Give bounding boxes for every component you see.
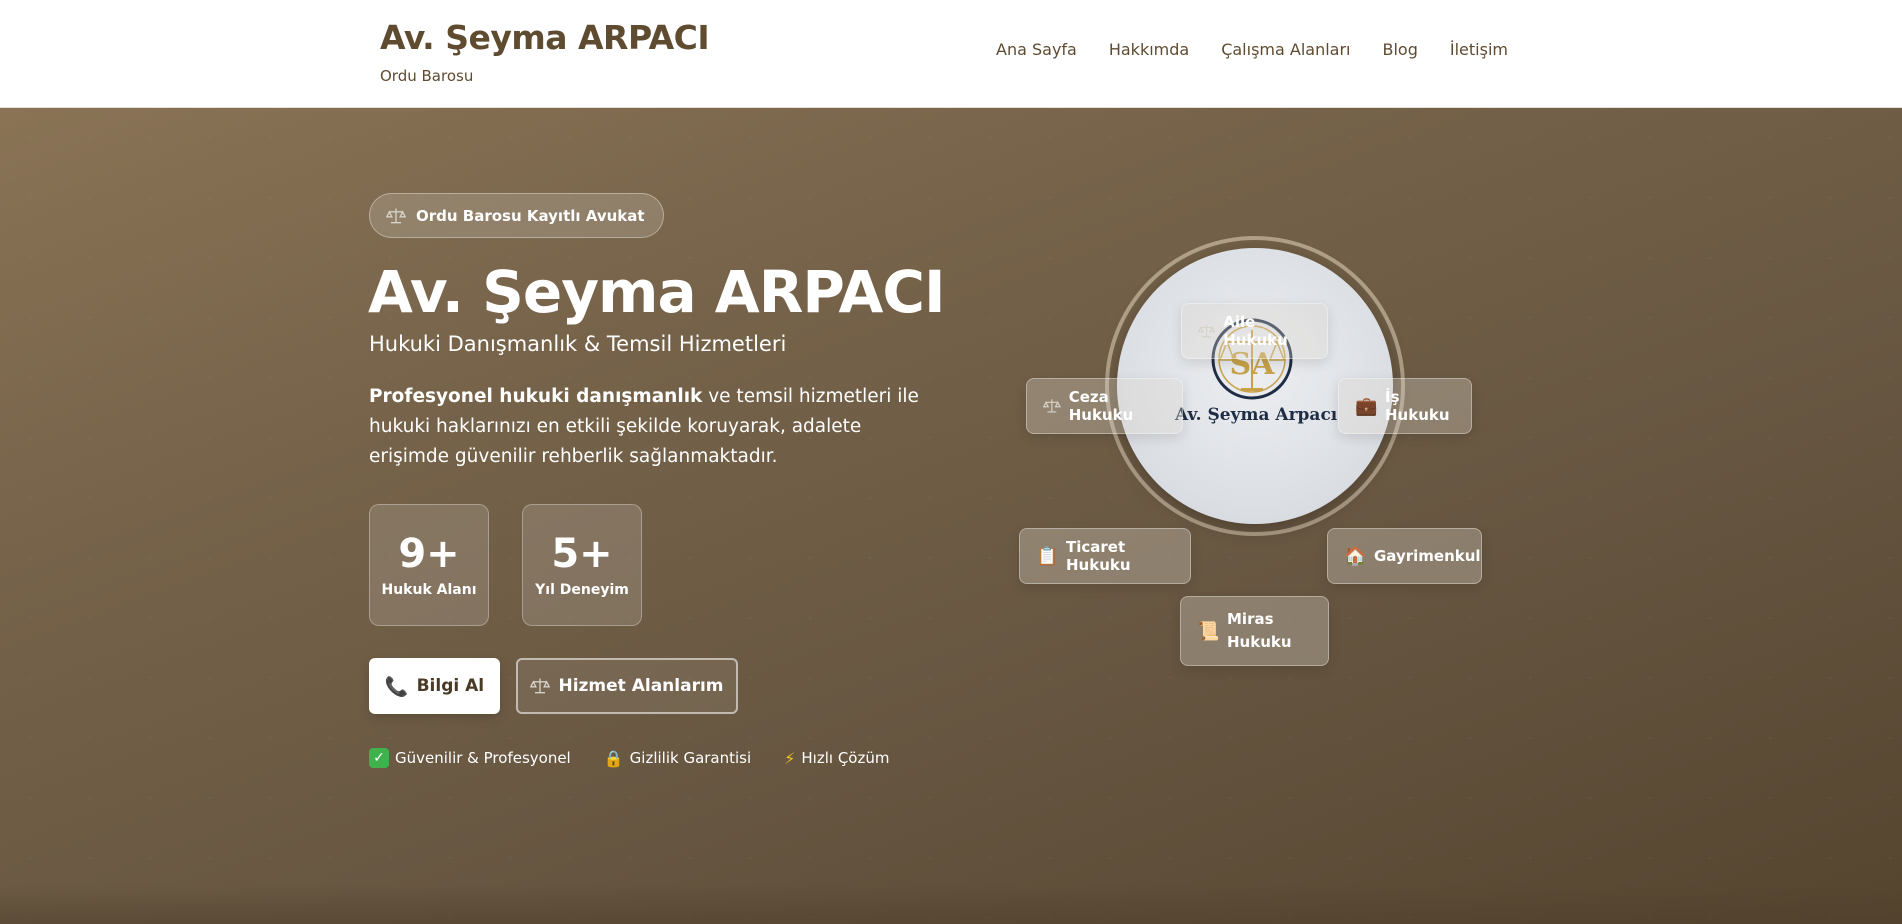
area-ceza-hukuku[interactable]: Ceza Hukuku (1026, 378, 1183, 434)
area-aile-hukuku[interactable]: Aile Hukuku (1181, 303, 1328, 359)
briefcase-icon: 💼 (1355, 395, 1378, 417)
practice-areas-diagram: SA Av. Şeyma Arpacı Aile Hukuku 💼 İş Huk… (0, 108, 1902, 924)
logo-text: Av. Şeyma Arpacı (1175, 405, 1338, 425)
area-gayrimenkul[interactable]: 🏠 Gayrimenkul (1327, 528, 1482, 584)
nav-hakkimda[interactable]: Hakkımda (1109, 40, 1189, 59)
area-label: Ticaret Hukuku (1066, 538, 1131, 574)
brand[interactable]: Av. Şeyma ARPACI Ordu Barosu (380, 18, 710, 85)
scale-icon (1043, 399, 1061, 413)
site-header: Av. Şeyma ARPACI Ordu Barosu Ana Sayfa H… (0, 0, 1902, 108)
brand-title[interactable]: Av. Şeyma ARPACI (380, 18, 710, 57)
area-label: Aile Hukuku (1223, 313, 1288, 349)
main-nav: Ana Sayfa Hakkımda Çalışma Alanları Blog… (996, 40, 1508, 59)
nav-calisma-alanlari[interactable]: Çalışma Alanları (1221, 40, 1350, 59)
area-label: İş Hukuku (1385, 388, 1450, 424)
hero-section: Ordu Barosu Kayıtlı Avukat Av. Şeyma ARP… (0, 108, 1902, 924)
area-ticaret-hukuku[interactable]: 📋 Ticaret Hukuku (1019, 528, 1191, 584)
area-label: Gayrimenkul (1374, 547, 1481, 565)
hero-bottom-wave (0, 884, 1902, 924)
nav-iletisim[interactable]: İletişim (1450, 40, 1508, 59)
area-miras-hukuku[interactable]: 📜 Miras Hukuku (1180, 596, 1329, 666)
scale-icon (1198, 324, 1216, 338)
area-label: Miras Hukuku (1227, 610, 1292, 651)
nav-blog[interactable]: Blog (1383, 40, 1418, 59)
area-is-hukuku[interactable]: 💼 İş Hukuku (1338, 378, 1472, 434)
clipboard-icon: 📋 (1036, 545, 1059, 567)
area-label: Ceza Hukuku (1068, 388, 1134, 424)
house-icon: 🏠 (1344, 545, 1367, 567)
brand-subtitle: Ordu Barosu (380, 67, 474, 85)
scroll-icon: 📜 (1197, 620, 1220, 642)
nav-ana-sayfa[interactable]: Ana Sayfa (996, 40, 1077, 59)
